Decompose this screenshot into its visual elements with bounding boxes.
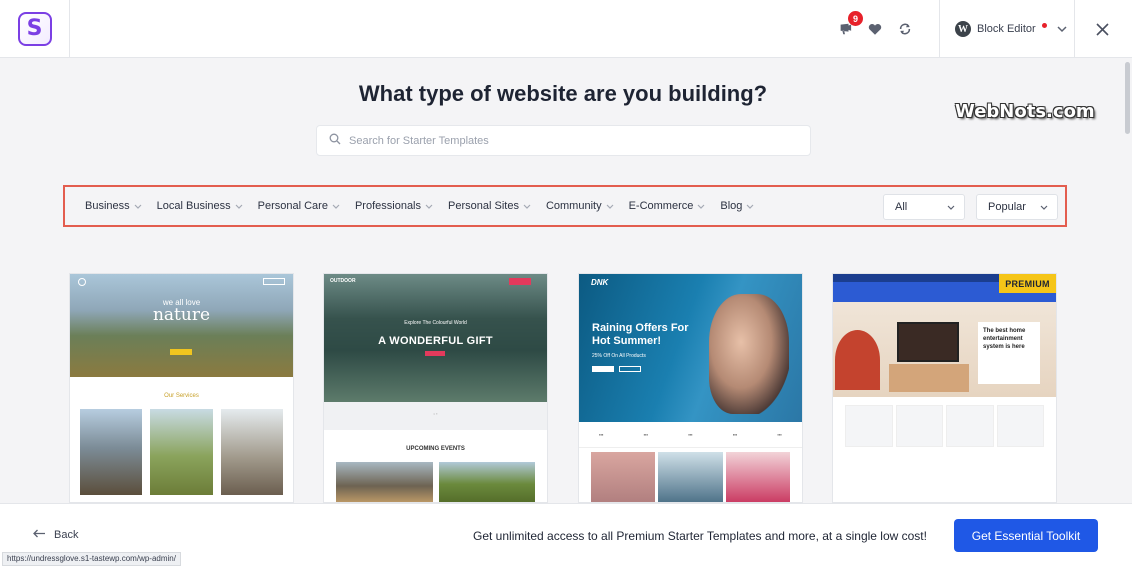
template-section-title: Our Services xyxy=(164,393,199,399)
category-business[interactable]: Business xyxy=(85,200,142,212)
chevron-down-icon xyxy=(235,202,243,210)
template-card-electronics-store[interactable]: PREMIUM The best home entertainment syst… xyxy=(832,273,1057,503)
search-bar[interactable] xyxy=(316,125,811,156)
template-card-dnk-fashion[interactable]: DNK Raining Offers For Hot Summer! 25% Of… xyxy=(578,273,803,503)
starter-templates-logo-icon[interactable]: S xyxy=(17,12,52,46)
top-toolbar: 9 xyxy=(836,0,914,58)
category-label: Community xyxy=(545,200,602,212)
category-label: Local Business xyxy=(156,200,231,212)
back-label: Back xyxy=(54,529,79,541)
category-e-commerce[interactable]: E-Commerce xyxy=(629,200,706,212)
template-hero-title: Raining Offers For Hot Summer! xyxy=(592,322,689,347)
chevron-down-icon xyxy=(606,202,614,210)
template-card-outdoor[interactable]: OUTDOOR Explore The Colourful World A WO… xyxy=(323,273,548,503)
template-logo-text: OUTDOOR xyxy=(330,278,356,284)
favorites-heart-icon[interactable] xyxy=(866,20,884,38)
category-label: Professionals xyxy=(354,200,422,212)
category-community[interactable]: Community xyxy=(546,200,614,212)
status-url-tooltip: https://undressglove.s1-tastewp.com/wp-a… xyxy=(2,552,181,566)
new-indicator-dot xyxy=(1041,22,1047,28)
category-professionals[interactable]: Professionals xyxy=(355,200,433,212)
logo-container: S xyxy=(0,0,70,58)
template-brand-row: ▪▪▪ ▪▪▪ ▪▪▪ ▪▪▪ ▪▪▪ xyxy=(579,422,802,448)
chevron-down-icon xyxy=(697,202,705,210)
template-hero-title: The best home entertainment system is he… xyxy=(978,322,1040,384)
category-personal-sites[interactable]: Personal Sites xyxy=(448,200,531,212)
close-icon[interactable] xyxy=(1092,19,1112,39)
back-button[interactable]: Back xyxy=(33,529,78,541)
template-hero-title: A WONDERFUL GIFT xyxy=(378,335,493,347)
top-bar: S 9 W Block Editor xyxy=(0,0,1132,58)
premium-promo-text: Get unlimited access to all Premium Star… xyxy=(473,529,927,543)
chevron-down-icon xyxy=(523,202,531,210)
category-label: Personal Care xyxy=(257,200,328,212)
page-builder-label: Block Editor xyxy=(977,23,1036,35)
premium-badge: PREMIUM xyxy=(999,274,1056,293)
template-preview-image: The best home entertainment system is he… xyxy=(833,302,1056,397)
template-logo-text: DNK xyxy=(591,278,609,287)
sort-select-value: Popular xyxy=(988,201,1026,213)
search-input[interactable] xyxy=(349,134,810,147)
arrow-left-icon xyxy=(33,529,46,541)
template-preview-image: DNK Raining Offers For Hot Summer! 25% Of… xyxy=(579,274,802,422)
sort-select[interactable]: Popular xyxy=(976,194,1058,220)
chevron-down-icon xyxy=(134,202,142,210)
chevron-down-icon xyxy=(1040,203,1048,211)
template-tagline: Explore The Colourful World xyxy=(404,320,467,326)
template-section-title: UPCOMING EVENTS xyxy=(406,446,465,452)
template-image-row xyxy=(579,448,802,502)
template-quote-strip: “ ” xyxy=(324,402,547,430)
chevron-down-icon xyxy=(746,202,754,210)
template-card-nature[interactable]: we all love nature Our Services xyxy=(69,273,294,503)
category-personal-care[interactable]: Personal Care xyxy=(258,200,340,212)
chevron-down-icon xyxy=(1057,25,1067,33)
type-select-value: All xyxy=(895,201,908,213)
category-label: Business xyxy=(85,200,130,212)
chevron-down-icon xyxy=(425,202,433,210)
wordpress-icon: W xyxy=(955,21,971,37)
search-icon xyxy=(329,132,341,150)
get-essential-toolkit-button[interactable]: Get Essential Toolkit xyxy=(954,519,1098,552)
template-image-row xyxy=(70,399,293,495)
template-hero-subtext: 25% Off On All Products xyxy=(592,353,646,359)
template-hero-title: nature xyxy=(152,305,211,325)
scrollbar-thumb[interactable] xyxy=(1125,62,1130,134)
scrollbar[interactable] xyxy=(1123,58,1132,503)
category-label: Blog xyxy=(720,200,743,212)
notification-badge: 9 xyxy=(848,11,863,26)
watermark: WebNots.com xyxy=(955,101,1095,122)
template-preview-image: we all love nature xyxy=(70,274,293,377)
category-blog[interactable]: Blog xyxy=(720,200,754,212)
template-image-row xyxy=(324,452,547,502)
category-label: Personal Sites xyxy=(448,200,519,212)
page-builder-selector[interactable]: W Block Editor xyxy=(939,0,1075,58)
chevron-down-icon xyxy=(332,202,340,210)
chevron-down-icon xyxy=(947,203,955,211)
category-local-business[interactable]: Local Business xyxy=(157,200,243,212)
notifications-icon[interactable]: 9 xyxy=(836,11,863,38)
type-select[interactable]: All xyxy=(883,194,965,220)
category-filter-bar: Business Local Business Personal Care Pr… xyxy=(63,185,1067,227)
category-label: E-Commerce xyxy=(628,200,694,212)
template-product-row xyxy=(833,397,1056,447)
sync-refresh-icon[interactable] xyxy=(896,20,914,38)
template-preview-image: OUTDOOR Explore The Colourful World A WO… xyxy=(324,274,547,402)
